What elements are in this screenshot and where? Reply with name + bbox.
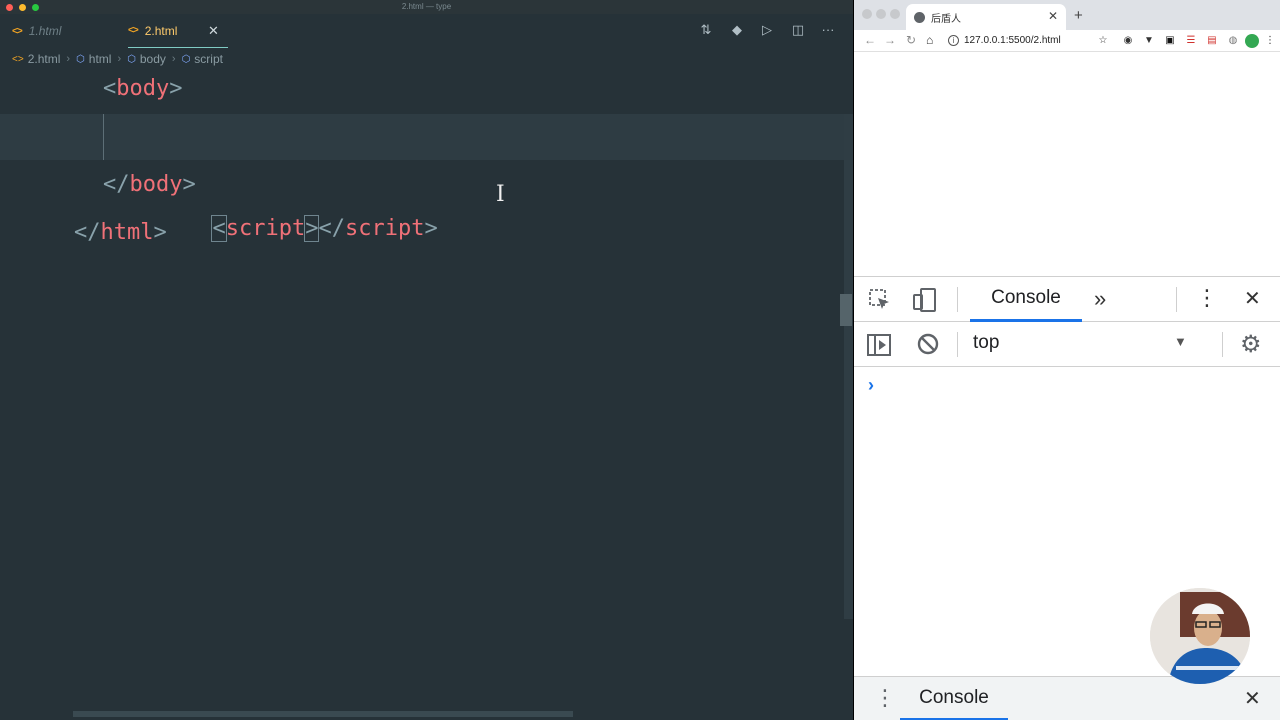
info-icon: i: [948, 35, 959, 46]
element-cube-icon: ⬡: [181, 53, 191, 65]
browser-menu-icon[interactable]: ⋮: [1264, 35, 1276, 47]
zoom-window-button[interactable]: [890, 9, 900, 19]
run-icon[interactable]: ▷: [758, 21, 776, 39]
extension-icon[interactable]: ▤: [1206, 35, 1218, 47]
drawer-tab-console[interactable]: Console: [900, 677, 1008, 720]
chevron-right-icon: ›: [66, 53, 71, 65]
code-area[interactable]: <body> <script></script> </body> </html>: [0, 70, 853, 710]
browser-tab[interactable]: 后盾人 ✕: [906, 4, 1066, 30]
dropdown-arrow-icon: ▼: [1174, 334, 1187, 349]
html-file-icon: <>: [12, 25, 23, 37]
extension-icon[interactable]: ☰: [1185, 35, 1197, 47]
code-line: </html>: [74, 220, 167, 245]
window-title-bar: 2.html — type: [0, 0, 853, 14]
console-prompt[interactable]: ›: [868, 375, 874, 396]
close-window-button[interactable]: [862, 9, 872, 19]
extension-icon[interactable]: ▼: [1143, 35, 1155, 47]
back-icon[interactable]: ←: [864, 33, 876, 47]
profile-avatar[interactable]: [1245, 34, 1259, 48]
minimize-window-button[interactable]: [876, 9, 886, 19]
window-title: 2.html — type: [401, 2, 452, 11]
presenter-webcam: [1150, 588, 1250, 684]
code-editor: 2.html — type <> 1.html <> 2.html ✕ ⇅ ◆ …: [0, 0, 853, 720]
browser-tab-title: 后盾人: [931, 13, 961, 25]
element-cube-icon: ⬡: [127, 53, 136, 65]
close-devtools-icon[interactable]: ✕: [1244, 286, 1261, 311]
globe-icon: [914, 11, 925, 23]
devtools-menu-icon[interactable]: ⋮: [1196, 285, 1218, 311]
text-cursor-icon: I: [496, 182, 505, 207]
scrollbar-thumb[interactable]: [840, 294, 852, 326]
tab-2-html[interactable]: <> 2.html ✕: [128, 14, 228, 48]
browser-toolbar: ← → ↻ ⌂ i 127.0.0.1:5500/2.html ☆ ◉ ▼ ▣ …: [854, 30, 1280, 52]
console-toolbar: top ▼ ⚙: [854, 322, 1280, 367]
close-drawer-icon[interactable]: ✕: [1244, 686, 1261, 711]
code-line-current: <script></script>: [0, 114, 853, 242]
devtools-tab-bar: Console » ⋮ ✕: [854, 277, 1280, 322]
compare-changes-icon[interactable]: ⇅: [697, 21, 715, 39]
divider: [957, 287, 958, 312]
devtools-drawer: ⋮ Console ✕: [854, 676, 1280, 720]
gear-icon[interactable]: ⚙: [1240, 330, 1262, 359]
extension-icon[interactable]: ▣: [1164, 35, 1176, 47]
chevron-right-icon: ›: [117, 53, 122, 65]
divider: [1176, 287, 1177, 312]
more-actions-icon[interactable]: ···: [819, 21, 837, 39]
close-tab-icon[interactable]: ✕: [1048, 9, 1058, 23]
breadcrumb-html[interactable]: ⬡ html: [76, 52, 111, 66]
device-toolbar-icon[interactable]: [912, 287, 938, 313]
split-editor-icon[interactable]: ◫: [789, 21, 807, 39]
indent-guide: [103, 114, 104, 160]
browser-tab-strip: 后盾人 ✕ +: [854, 0, 1280, 30]
clear-console-icon[interactable]: [916, 332, 940, 356]
forward-icon[interactable]: →: [884, 33, 896, 47]
vertical-scrollbar[interactable]: [844, 114, 853, 619]
bookmark-star-icon[interactable]: ☆: [1097, 35, 1109, 47]
context-label: top: [973, 332, 1000, 353]
code-line: <body>: [103, 76, 183, 101]
html-file-icon: <>: [12, 53, 24, 65]
breadcrumb-file[interactable]: <> 2.html: [12, 52, 60, 66]
home-icon[interactable]: ⌂: [926, 33, 933, 47]
reload-icon[interactable]: ↻: [906, 33, 916, 47]
horizontal-scrollbar[interactable]: [73, 711, 573, 717]
tab-label: 1.html: [28, 24, 62, 38]
show-sidebar-icon[interactable]: [866, 332, 892, 358]
page-viewport: [854, 53, 1280, 275]
close-tab-icon[interactable]: ✕: [208, 23, 219, 39]
code-line: </body>: [103, 172, 196, 197]
divider: [1222, 332, 1223, 357]
breadcrumb-script[interactable]: ⬡ script: [182, 52, 223, 66]
breadcrumb-body[interactable]: ⬡ body: [127, 52, 166, 66]
tab-console[interactable]: Console: [970, 277, 1082, 322]
tab-1-html[interactable]: <> 1.html: [12, 14, 61, 48]
chevron-right-icon: ›: [171, 53, 176, 65]
new-tab-icon[interactable]: +: [1074, 7, 1083, 24]
editor-tab-bar: <> 1.html <> 2.html ✕ ⇅ ◆ ▷ ◫ ···: [0, 14, 853, 48]
divider: [957, 332, 958, 357]
url-text: 127.0.0.1:5500/2.html: [964, 35, 1061, 46]
git-icon[interactable]: ◆: [728, 21, 746, 39]
drawer-menu-icon[interactable]: ⋮: [874, 685, 896, 711]
address-bar[interactable]: i 127.0.0.1:5500/2.html: [948, 31, 1118, 50]
extension-icon[interactable]: ◍: [1227, 35, 1239, 47]
more-tabs-icon[interactable]: »: [1094, 286, 1106, 312]
element-cube-icon: ⬡: [76, 53, 85, 65]
html-file-icon: <>: [128, 25, 139, 36]
extension-icon[interactable]: ◉: [1122, 35, 1134, 47]
tab-label: 2.html: [144, 23, 178, 38]
inspect-element-icon[interactable]: [868, 288, 892, 312]
